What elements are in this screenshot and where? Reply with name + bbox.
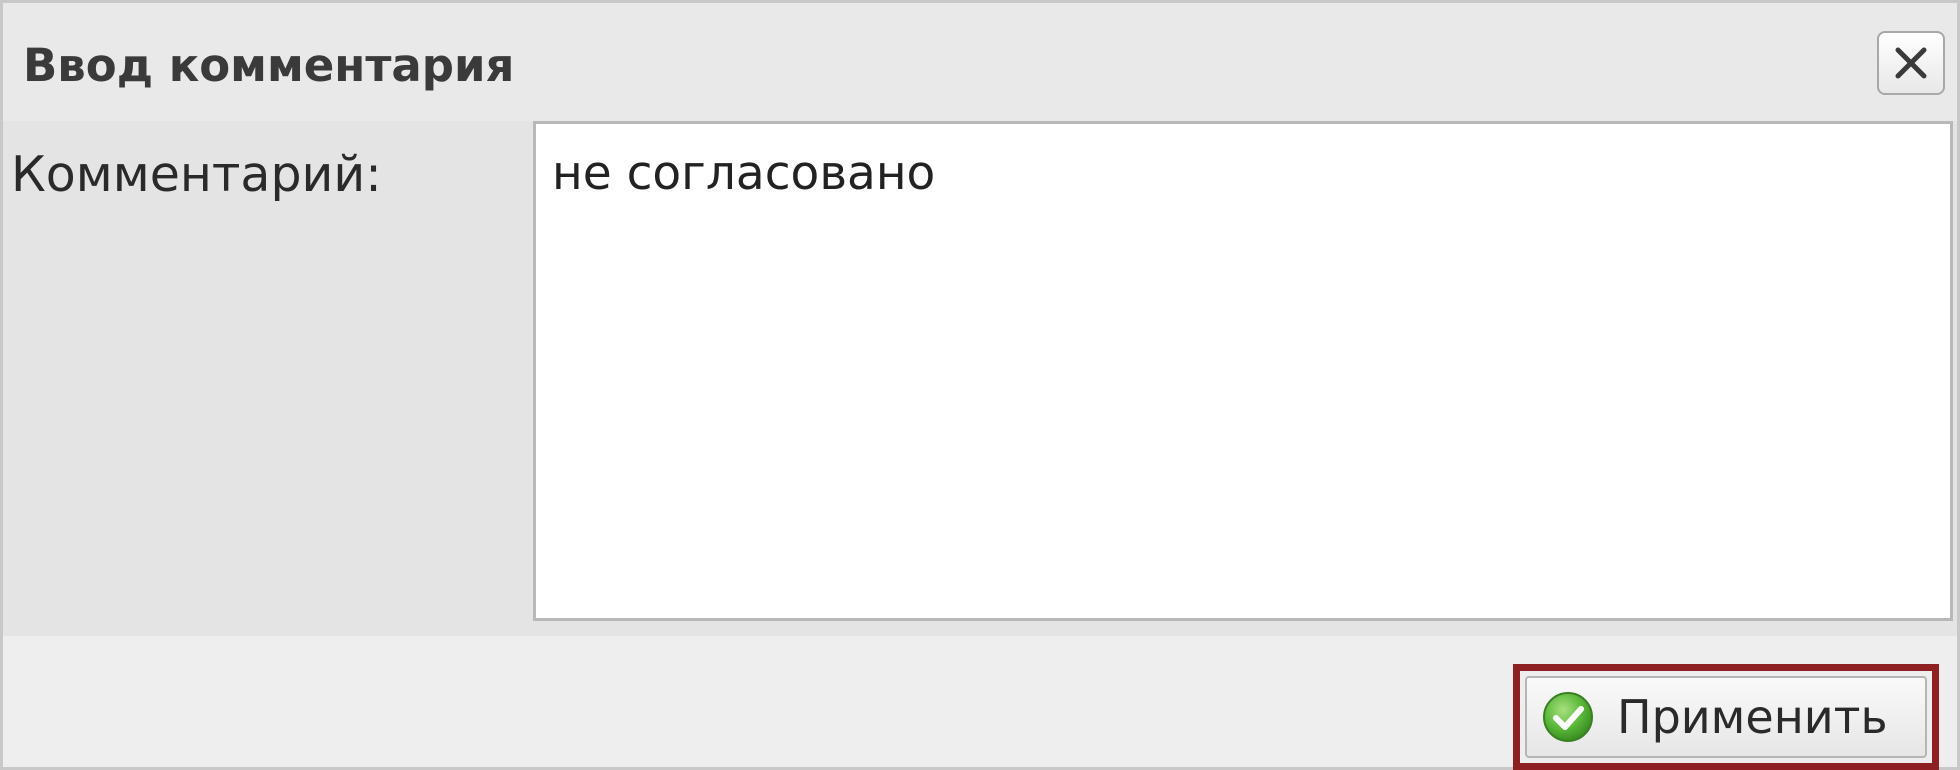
dialog-header: Ввод комментария (3, 3, 1957, 121)
comment-dialog: Ввод комментария Комментарий: не согласо… (0, 0, 1960, 770)
apply-button[interactable]: Применить (1525, 676, 1927, 758)
close-icon (1895, 47, 1927, 79)
dialog-footer: Применить (3, 636, 1957, 770)
dialog-title: Ввод комментария (23, 39, 515, 92)
dialog-body: Комментарий: не согласовано (3, 121, 1957, 636)
comment-label: Комментарий: (11, 146, 382, 203)
comment-textarea[interactable]: не согласовано (533, 121, 1953, 621)
apply-button-label: Применить (1617, 690, 1888, 744)
check-circle-icon (1543, 692, 1593, 742)
close-button[interactable] (1877, 31, 1945, 95)
